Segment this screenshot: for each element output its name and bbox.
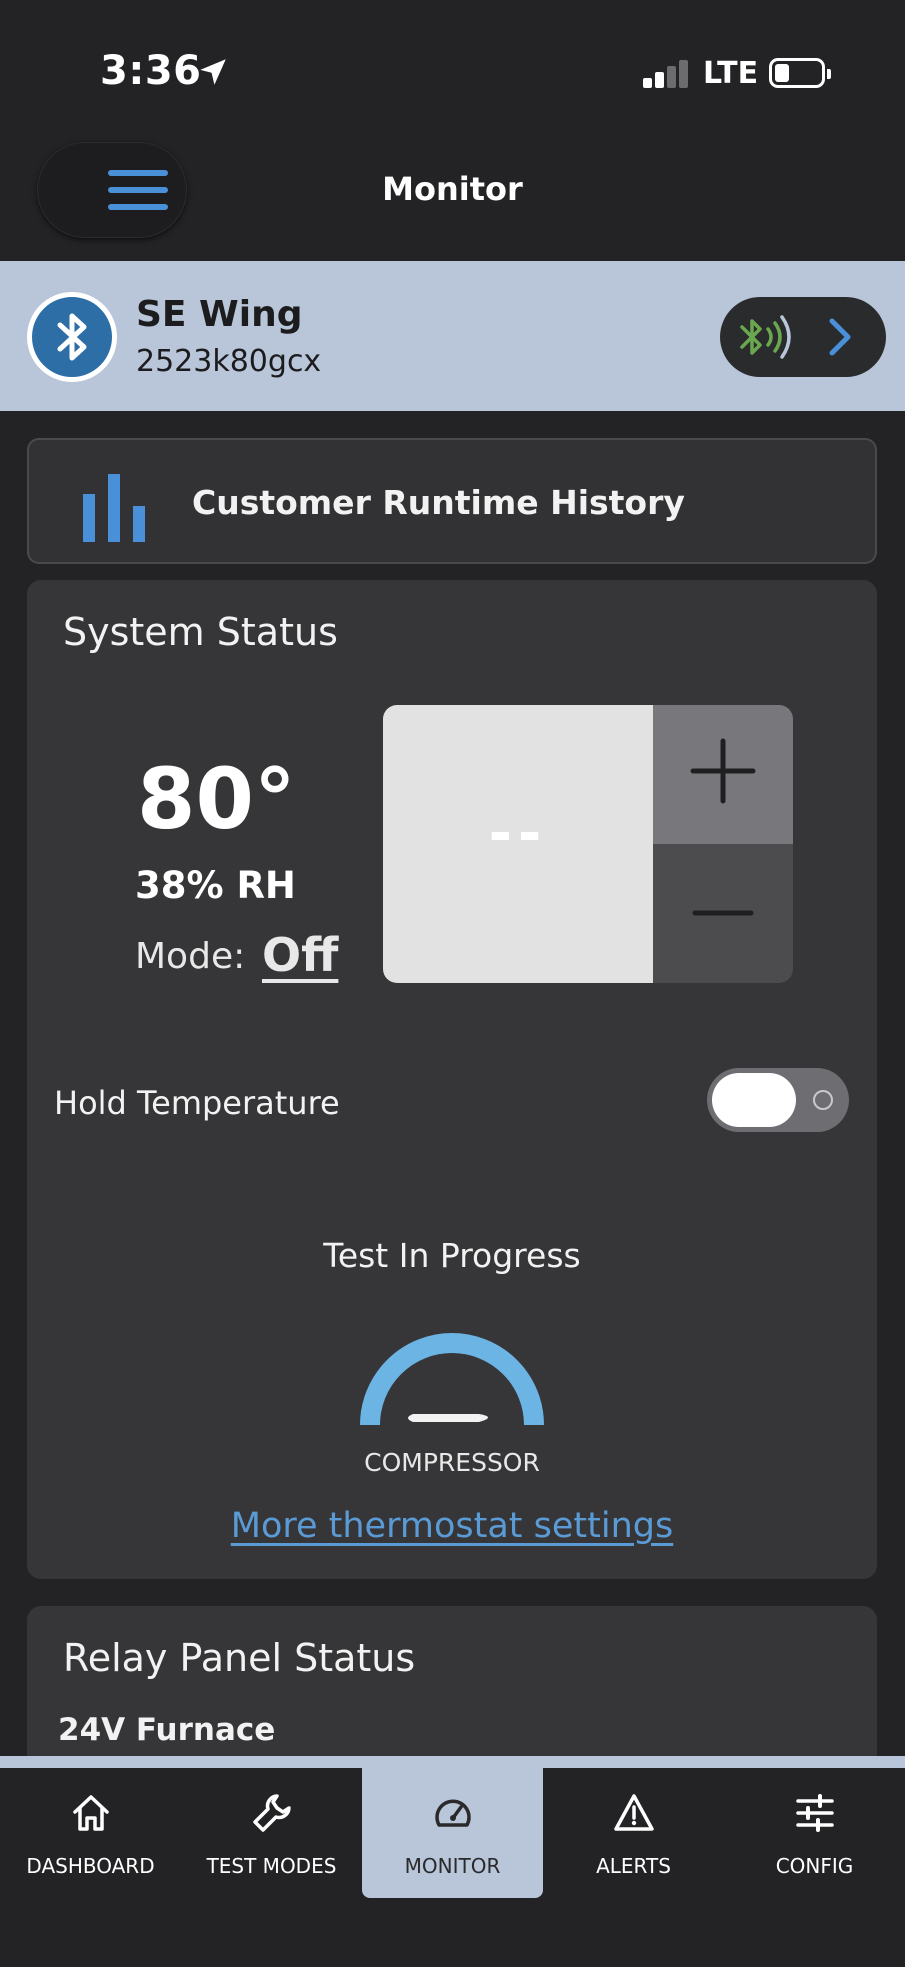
speedometer-icon: [435, 1799, 471, 1827]
bluetooth-icon: [27, 292, 117, 382]
tab-label: ALERTS: [596, 1854, 671, 1878]
hold-temperature-toggle[interactable]: [707, 1068, 849, 1132]
tab-alerts[interactable]: ALERTS: [543, 1768, 724, 1898]
chevron-right-icon: [829, 318, 851, 356]
tab-config[interactable]: CONFIG: [724, 1768, 905, 1898]
sliders-icon: [796, 1794, 834, 1832]
plus-icon: [690, 738, 756, 804]
home-icon: [73, 1795, 109, 1831]
tab-bar-divider: [0, 1756, 905, 1768]
tab-label: MONITOR: [404, 1854, 501, 1878]
mode-selector[interactable]: Off: [262, 928, 338, 982]
relay-panel-title: Relay Panel Status: [63, 1636, 416, 1680]
compressor-gauge: [360, 1333, 544, 1426]
system-status-card: System Status 80° 38% RH Mode: Off -- Ho…: [27, 580, 877, 1579]
increase-setpoint-button[interactable]: [653, 705, 793, 844]
bluetooth-signal-icon: [740, 315, 791, 359]
battery-icon: [769, 58, 831, 88]
test-progress-label: Test In Progress: [323, 1236, 581, 1275]
runtime-history-label: Customer Runtime History: [192, 483, 685, 522]
relay-panel-card: Relay Panel Status 24V Furnace: [27, 1606, 877, 1766]
network-type: LTE: [703, 56, 759, 91]
minus-icon: [692, 910, 754, 916]
setpoint-control: --: [383, 705, 793, 983]
wrench-icon: [253, 1794, 291, 1832]
device-id: 2523k80gcx: [136, 344, 322, 379]
status-bar: 3:36 LTE: [0, 0, 905, 140]
tab-test-modes[interactable]: TEST MODES: [181, 1768, 362, 1898]
current-temperature: 80°: [137, 750, 296, 848]
device-name: SE Wing: [136, 294, 303, 335]
decrease-setpoint-button[interactable]: [653, 844, 793, 983]
gauge-needle: [408, 1414, 488, 1422]
tab-label: DASHBOARD: [26, 1854, 155, 1878]
gauge-label: COMPRESSOR: [364, 1448, 540, 1477]
current-humidity: 38% RH: [135, 864, 296, 907]
bar-chart-icon: [83, 474, 145, 542]
runtime-history-button[interactable]: Customer Runtime History: [27, 438, 877, 564]
cellular-signal-icon: [643, 60, 689, 88]
tab-label: CONFIG: [775, 1854, 854, 1878]
device-connection-button[interactable]: [720, 297, 886, 377]
location-arrow-icon: [200, 59, 226, 85]
system-status-title: System Status: [63, 610, 338, 654]
tab-monitor[interactable]: MONITOR: [362, 1768, 543, 1898]
status-time: 3:36: [100, 48, 202, 94]
tab-label: TEST MODES: [206, 1854, 337, 1878]
tab-dashboard[interactable]: DASHBOARD: [0, 1768, 181, 1898]
tab-bar: DASHBOARD TEST MODES MONITOR ALERTS CONF…: [0, 1768, 905, 1967]
setpoint-display: --: [383, 705, 653, 983]
more-thermostat-settings-link[interactable]: More thermostat settings: [27, 1506, 877, 1546]
warning-icon: [614, 1794, 654, 1831]
relay-item: 24V Furnace: [58, 1712, 276, 1748]
setpoint-value: --: [488, 801, 548, 866]
mode-label: Mode:: [135, 936, 246, 977]
hold-temperature-label: Hold Temperature: [54, 1084, 340, 1122]
page-title: Monitor: [382, 170, 523, 208]
